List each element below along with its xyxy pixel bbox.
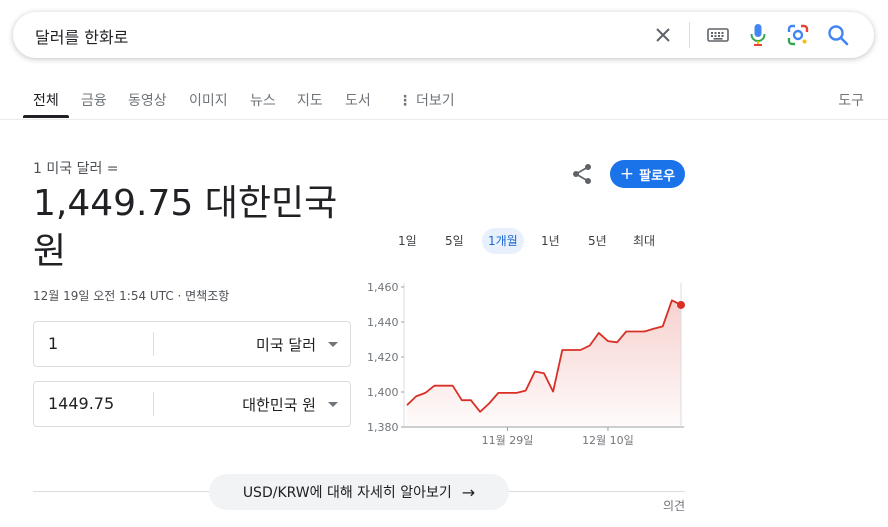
search-divider (689, 22, 690, 48)
range-max[interactable]: 최대 (627, 228, 661, 254)
plus-icon: + (619, 163, 635, 184)
result-unit: 원 (33, 231, 67, 272)
tab-more-label: 더보기 (416, 93, 455, 109)
x-tick-label: 12월 10일 (582, 433, 634, 447)
chevron-down-icon[interactable] (328, 342, 338, 347)
result-value: 1,449.75 대한민국 (33, 183, 338, 224)
share-icon[interactable] (570, 162, 594, 186)
range-5d[interactable]: 5일 (439, 228, 470, 254)
search-input[interactable]: 달러를 한화로 (35, 24, 128, 48)
tools-button[interactable]: 도구 (838, 90, 864, 110)
range-1d[interactable]: 1일 (392, 228, 423, 254)
from-amount-row: 1 미국 달러 (33, 321, 351, 367)
tab-maps[interactable]: 지도 (297, 90, 323, 110)
tab-videos[interactable]: 동영상 (128, 90, 167, 110)
search-icon[interactable] (818, 15, 858, 55)
timestamp: 12월 19일 오전 1:54 UTC · (33, 289, 186, 303)
to-amount-row: 1449.75 대한민국 원 (33, 381, 351, 427)
search-bar[interactable]: 달러를 한화로 (13, 12, 874, 58)
footer-divider (509, 491, 685, 492)
price-area (407, 300, 681, 427)
keyboard-icon[interactable] (698, 15, 738, 55)
y-tick-label: 1,440 (367, 316, 399, 329)
chevron-down-icon[interactable] (328, 402, 338, 407)
x-tick-label: 11월 29일 (482, 433, 534, 447)
feedback-link[interactable]: 의견 (663, 497, 685, 514)
y-tick-label: 1,380 (367, 421, 399, 434)
row-divider (153, 332, 154, 356)
from-currency-line: 1 미국 달러 = (33, 161, 119, 177)
range-1m[interactable]: 1개월 (482, 228, 524, 254)
to-currency-select[interactable]: 대한민국 원 (242, 394, 316, 415)
microphone-icon[interactable] (738, 15, 778, 55)
more-vert-icon: ⋮ (398, 93, 412, 109)
search-tabs: 전체 금융 동영상 이미지 뉴스 지도 도서 ⋮ 더보기 도구 (0, 84, 888, 120)
y-tick-label: 1,400 (367, 386, 399, 399)
disclaimer-link[interactable]: 면책조항 (185, 289, 229, 303)
learn-more-label: USD/KRW에 대해 자세히 알아보기 (242, 485, 452, 501)
arrow-right-icon: → (461, 482, 476, 502)
tab-finance[interactable]: 금융 (81, 90, 107, 110)
timestamp-line: 12월 19일 오전 1:54 UTC · 면책조항 (33, 287, 229, 304)
footer-divider (33, 491, 209, 492)
learn-more-button[interactable]: USD/KRW에 대해 자세히 알아보기 → (209, 474, 509, 510)
tab-more[interactable]: ⋮ 더보기 (398, 90, 455, 110)
y-tick-label: 1,460 (367, 281, 399, 294)
y-tick-label: 1,420 (367, 351, 399, 364)
exchange-rate-chart[interactable]: 1,460 1,440 1,420 1,400 1,380 11월 29일 12월 10일 (360, 276, 690, 452)
tab-images[interactable]: 이미지 (189, 90, 228, 110)
to-amount-input[interactable]: 1449.75 (48, 394, 114, 413)
from-currency-select[interactable]: 미국 달러 (256, 334, 316, 355)
current-price-dot (677, 300, 685, 309)
range-5y[interactable]: 5년 (582, 228, 613, 254)
tab-books[interactable]: 도서 (345, 90, 371, 110)
lens-icon[interactable] (778, 15, 818, 55)
row-divider (153, 392, 154, 416)
active-tab-indicator (23, 115, 69, 118)
tab-news[interactable]: 뉴스 (250, 90, 276, 110)
from-amount-input[interactable]: 1 (48, 334, 58, 353)
tab-all[interactable]: 전체 (33, 90, 59, 110)
range-1y[interactable]: 1년 (535, 228, 566, 254)
follow-label: 팔로우 (639, 168, 676, 184)
conversion-result: 1,449.75 대한민국 원 (33, 180, 353, 276)
follow-button[interactable]: + 팔로우 (610, 160, 685, 188)
clear-icon[interactable] (643, 15, 683, 55)
